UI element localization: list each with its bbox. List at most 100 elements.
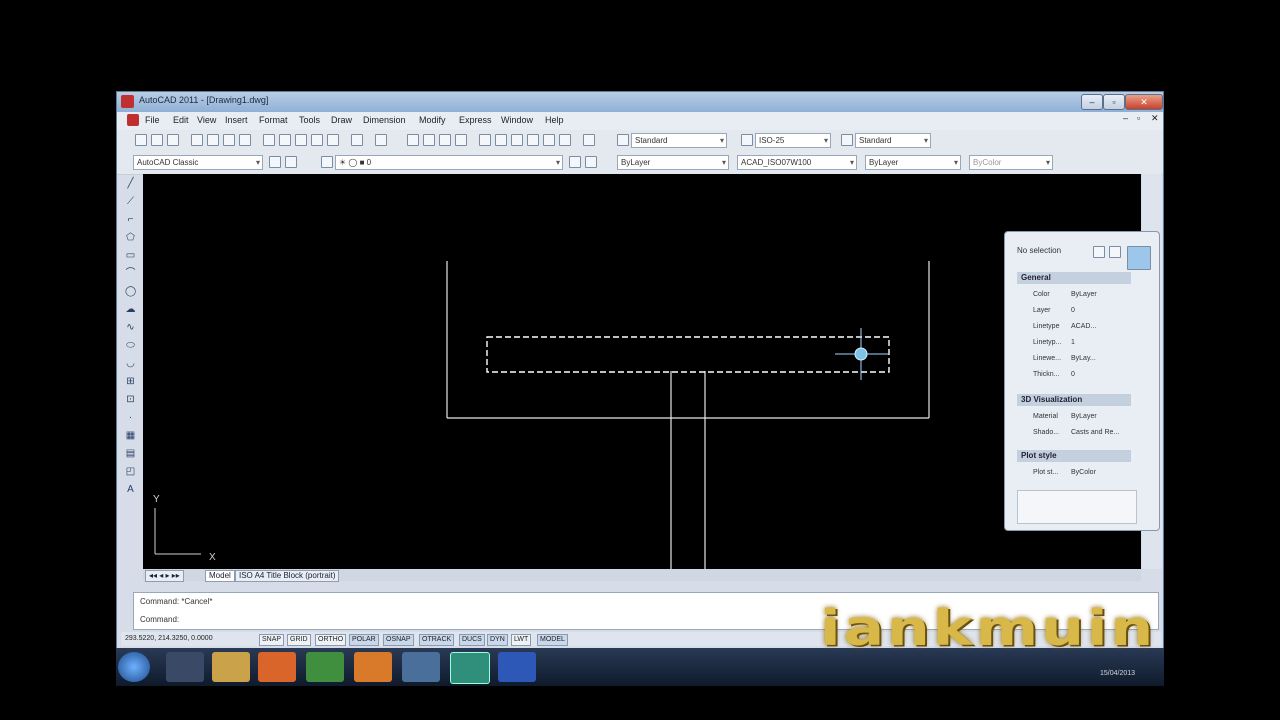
prop-row[interactable]: Shado... Casts and Re... xyxy=(1031,426,1131,440)
arc-icon[interactable]: ⌒ xyxy=(125,268,136,279)
multiline-text-icon[interactable]: A xyxy=(125,484,136,495)
redo-icon[interactable] xyxy=(375,134,387,146)
design-center-icon[interactable] xyxy=(495,134,507,146)
maximize-button[interactable]: ▫ xyxy=(1103,94,1125,110)
sheet-set-icon[interactable] xyxy=(527,134,539,146)
layer-combo[interactable]: ☀ ◯ ■ 0 xyxy=(335,155,563,170)
undo-icon[interactable] xyxy=(351,134,363,146)
color-combo[interactable]: ByLayer xyxy=(617,155,729,170)
plot-preview-icon[interactable] xyxy=(207,134,219,146)
menu-dimension[interactable]: Dimension xyxy=(363,115,406,125)
doc-close-button[interactable]: ✕ xyxy=(1151,113,1159,124)
tab-model[interactable]: Model xyxy=(205,570,235,582)
ellipse-arc-icon[interactable]: ◡ xyxy=(125,358,136,369)
prop-row[interactable]: Linewe... ByLay... xyxy=(1031,352,1131,366)
paste-icon[interactable] xyxy=(295,134,307,146)
toggle-osnap[interactable]: OSNAP xyxy=(383,634,414,646)
polyline-icon[interactable]: ⌐ xyxy=(125,214,136,225)
layer-properties-icon[interactable] xyxy=(321,156,333,168)
taskbar-media-icon[interactable] xyxy=(354,652,392,682)
toggle-ducs[interactable]: DUCS xyxy=(459,634,485,646)
prop-row[interactable]: Layer 0 xyxy=(1031,304,1131,318)
taskbar-user-icon[interactable] xyxy=(166,652,204,682)
make-block-icon[interactable]: ⊡ xyxy=(125,394,136,405)
linetype-combo[interactable]: ACAD_ISO07W100 xyxy=(737,155,857,170)
prop-row[interactable]: Color ByLayer xyxy=(1031,288,1131,302)
polygon-icon[interactable]: ⬠ xyxy=(125,232,136,243)
minimize-button[interactable]: – xyxy=(1081,94,1103,110)
menu-edit[interactable]: Edit xyxy=(173,115,189,125)
spline-icon[interactable]: ∿ xyxy=(125,322,136,333)
pan-icon[interactable] xyxy=(407,134,419,146)
tab-layout[interactable]: ISO A4 Title Block (portrait) xyxy=(235,570,340,582)
menu-insert[interactable]: Insert xyxy=(225,115,248,125)
taskbar-firefox-icon[interactable] xyxy=(258,652,296,682)
taskbar-explorer-icon[interactable] xyxy=(212,652,250,682)
rectangle-icon[interactable]: ▭ xyxy=(125,250,136,261)
open-icon[interactable] xyxy=(151,134,163,146)
workspace-combo[interactable]: AutoCAD Classic xyxy=(133,155,263,170)
prop-row[interactable]: Thickn... 0 xyxy=(1031,368,1131,382)
selected-rectangle[interactable] xyxy=(486,336,890,373)
prop-row[interactable]: Linetyp... 1 xyxy=(1031,336,1131,350)
menu-tools[interactable]: Tools xyxy=(299,115,320,125)
construction-line-icon[interactable]: ⟋ xyxy=(125,196,136,207)
plot-icon[interactable] xyxy=(191,134,203,146)
ellipse-icon[interactable]: ⬭ xyxy=(125,340,136,351)
tab-nav-arrows[interactable]: ◂◂ ◂ ▸ ▸▸ xyxy=(145,570,184,582)
markup-icon[interactable] xyxy=(543,134,555,146)
zoom-previous-icon[interactable] xyxy=(455,134,467,146)
taskbar-window-icon[interactable] xyxy=(402,652,440,682)
text-style-combo[interactable]: Standard xyxy=(631,133,727,148)
help-icon[interactable] xyxy=(583,134,595,146)
toggle-model[interactable]: MODEL xyxy=(537,634,568,646)
menu-format[interactable]: Format xyxy=(259,115,288,125)
taskbar-autocad-icon[interactable] xyxy=(450,652,490,684)
taskbar-chrome-icon[interactable] xyxy=(306,652,344,682)
make-object-layer-current-icon[interactable] xyxy=(569,156,581,168)
revision-cloud-icon[interactable]: ☁ xyxy=(125,304,136,315)
toggle-lwt[interactable]: LWT xyxy=(511,634,532,646)
save-icon[interactable] xyxy=(167,134,179,146)
toggle-ortho[interactable]: ORTHO xyxy=(315,634,347,646)
menu-express[interactable]: Express xyxy=(459,115,492,125)
plotstyle-combo[interactable]: ByColor xyxy=(969,155,1053,170)
hatch-icon[interactable]: ▦ xyxy=(125,430,136,441)
zoom-realtime-icon[interactable] xyxy=(423,134,435,146)
app-menu-icon[interactable] xyxy=(127,114,139,126)
start-button[interactable] xyxy=(118,652,150,682)
close-button[interactable]: ✕ xyxy=(1125,94,1163,110)
menu-draw[interactable]: Draw xyxy=(331,115,352,125)
lineweight-combo[interactable]: ByLayer xyxy=(865,155,961,170)
properties-icon[interactable] xyxy=(479,134,491,146)
layer-manager-icon[interactable] xyxy=(285,156,297,168)
block-editor-icon[interactable] xyxy=(327,134,339,146)
viz-section-header[interactable]: 3D Visualization xyxy=(1017,394,1131,406)
table-style-combo[interactable]: Standard xyxy=(855,133,931,148)
select-objects-icon[interactable] xyxy=(1109,246,1121,258)
region-icon[interactable]: ◰ xyxy=(125,466,136,477)
quick-select-icon[interactable] xyxy=(1127,246,1151,270)
toggle-grid[interactable]: GRID xyxy=(287,634,311,646)
match-properties-icon[interactable] xyxy=(311,134,323,146)
quickcalc-icon[interactable] xyxy=(559,134,571,146)
circle-icon[interactable]: ◯ xyxy=(125,286,136,297)
menu-modify[interactable]: Modify xyxy=(419,115,446,125)
line-icon[interactable]: ╱ xyxy=(125,178,136,189)
3d-dwf-icon[interactable] xyxy=(239,134,251,146)
zoom-window-icon[interactable] xyxy=(439,134,451,146)
general-section-header[interactable]: General xyxy=(1017,272,1131,284)
dim-style-combo[interactable]: ISO-25 xyxy=(755,133,831,148)
toggle-otrack[interactable]: OTRACK xyxy=(419,634,455,646)
drawing-area[interactable]: Y X xyxy=(143,174,1141,569)
toggle-dyn[interactable]: DYN xyxy=(487,634,508,646)
toggle-snap[interactable]: SNAP xyxy=(259,634,285,646)
cut-icon[interactable] xyxy=(263,134,275,146)
menu-help[interactable]: Help xyxy=(545,115,564,125)
point-icon[interactable]: · xyxy=(125,412,136,423)
menu-file[interactable]: File xyxy=(145,115,160,125)
new-icon[interactable] xyxy=(135,134,147,146)
workspace-settings-icon[interactable] xyxy=(269,156,281,168)
coordinate-readout[interactable]: 293.5220, 214.3250, 0.0000 xyxy=(123,634,215,644)
toggle-polar[interactable]: POLAR xyxy=(349,634,379,646)
